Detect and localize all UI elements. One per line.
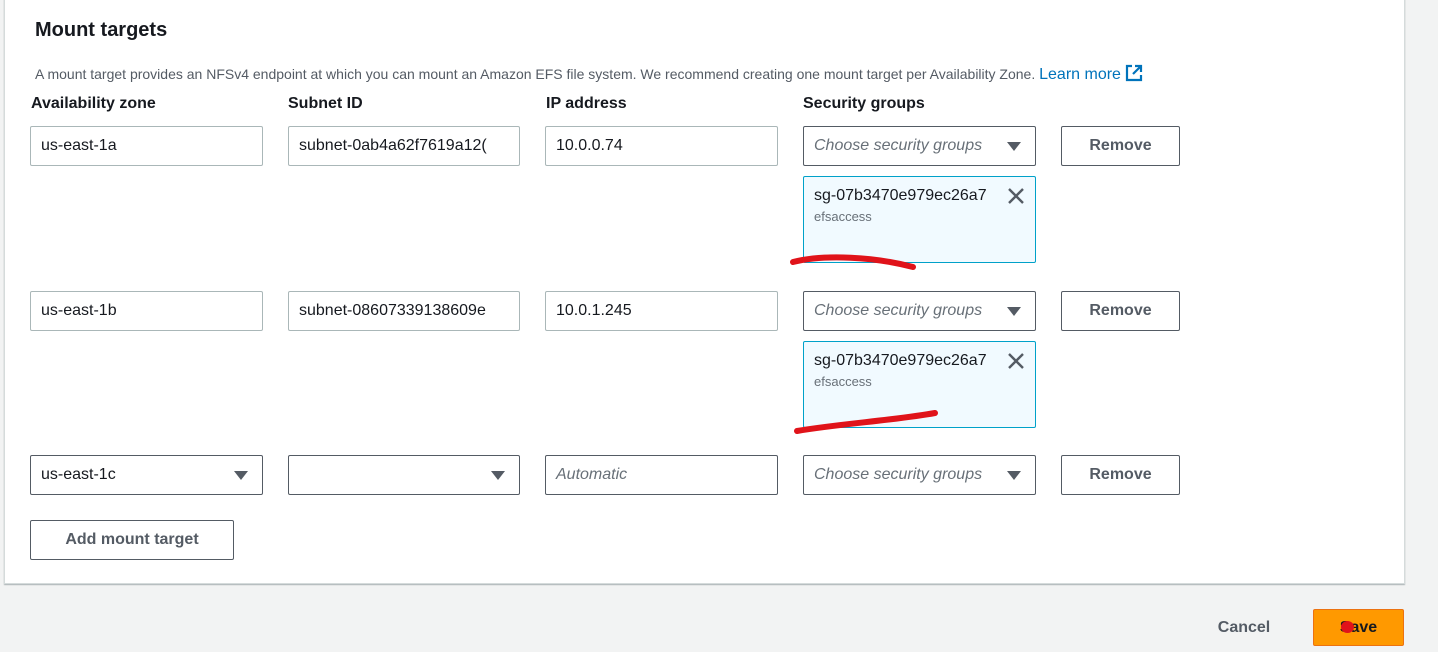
ip-field-row-1[interactable]: 10.0.0.74	[545, 126, 778, 166]
ip-field-row-3[interactable]: Automatic	[545, 455, 778, 495]
cancel-button[interactable]: Cancel	[1200, 610, 1288, 646]
section-description: A mount target provides an NFSv4 endpoin…	[35, 64, 1143, 84]
remove-button-row-2[interactable]: Remove	[1061, 291, 1180, 331]
az-field-row-2[interactable]: us-east-1b	[30, 291, 263, 331]
caret-down-icon	[1007, 471, 1021, 480]
az-select-row-3[interactable]: us-east-1c	[30, 455, 263, 495]
caret-down-icon	[234, 471, 248, 480]
column-header-ip: IP address	[546, 95, 627, 112]
sg-token-name: efsaccess	[814, 209, 872, 224]
close-icon[interactable]	[1007, 187, 1025, 205]
caret-down-icon	[491, 471, 505, 480]
external-link-icon	[1125, 64, 1143, 82]
column-header-subnet: Subnet ID	[288, 95, 363, 112]
column-header-az: Availability zone	[31, 95, 156, 112]
close-icon[interactable]	[1007, 352, 1025, 370]
sg-token-id: sg-07b3470e979ec26a7	[814, 187, 987, 204]
add-mount-target-button[interactable]: Add mount target	[30, 520, 234, 560]
sg-token-row-2: sg-07b3470e979ec26a7 efsaccess	[803, 341, 1036, 428]
sg-select-placeholder: Choose security groups	[814, 466, 983, 483]
subnet-field-row-1[interactable]: subnet-0ab4a62f7619a12(	[288, 126, 520, 166]
caret-down-icon	[1007, 142, 1021, 151]
column-header-sg: Security groups	[803, 95, 925, 112]
red-annotation-dot	[1341, 621, 1354, 633]
sg-token-name: efsaccess	[814, 374, 872, 389]
description-text: A mount target provides an NFSv4 endpoin…	[35, 66, 1036, 82]
sg-select-row-2[interactable]: Choose security groups	[803, 291, 1036, 331]
section-title: Mount targets	[35, 19, 168, 41]
az-field-row-1[interactable]: us-east-1a	[30, 126, 263, 166]
save-button[interactable]: Save	[1313, 609, 1404, 646]
learn-more-label: Learn more	[1039, 66, 1121, 83]
remove-button-row-1[interactable]: Remove	[1061, 126, 1180, 166]
learn-more-link[interactable]: Learn more	[1039, 64, 1143, 83]
sg-select-row-3[interactable]: Choose security groups	[803, 455, 1036, 495]
subnet-select-row-3[interactable]	[288, 455, 520, 495]
remove-button-row-3[interactable]: Remove	[1061, 455, 1180, 495]
ip-field-row-2[interactable]: 10.0.1.245	[545, 291, 778, 331]
sg-select-row-1[interactable]: Choose security groups	[803, 126, 1036, 166]
sg-select-placeholder: Choose security groups	[814, 137, 983, 154]
sg-token-row-1: sg-07b3470e979ec26a7 efsaccess	[803, 176, 1036, 263]
caret-down-icon	[1007, 307, 1021, 316]
sg-select-placeholder: Choose security groups	[814, 302, 983, 319]
subnet-field-row-2[interactable]: subnet-08607339138609e	[288, 291, 520, 331]
az-select-value: us-east-1c	[41, 466, 116, 483]
sg-token-id: sg-07b3470e979ec26a7	[814, 352, 987, 369]
mount-targets-panel: Mount targets A mount target provides an…	[4, 0, 1405, 584]
